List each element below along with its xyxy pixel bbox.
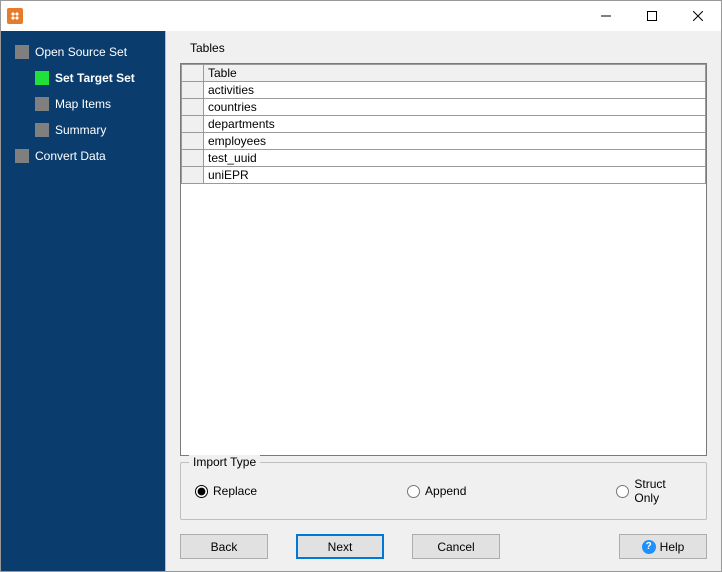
table-cell[interactable]: activities xyxy=(204,82,706,99)
table-cell[interactable]: employees xyxy=(204,133,706,150)
main-panel: Tables Table activitiescountriesdepartme… xyxy=(165,31,721,571)
app-icon xyxy=(7,8,23,24)
maximize-button[interactable] xyxy=(629,1,675,31)
cancel-button[interactable]: Cancel xyxy=(412,534,500,559)
close-button[interactable] xyxy=(675,1,721,31)
table-cell[interactable]: departments xyxy=(204,116,706,133)
step-label: Map Items xyxy=(55,97,111,111)
wizard-steps: Open Source Set Set Target Set Map Items Su… xyxy=(1,39,165,169)
help-button[interactable]: ? Help xyxy=(619,534,707,559)
next-button[interactable]: Next xyxy=(296,534,384,559)
tables-label: Tables xyxy=(190,41,707,55)
row-header[interactable] xyxy=(182,150,204,167)
import-option-append[interactable]: Append xyxy=(407,477,466,505)
table-row[interactable]: departments xyxy=(182,116,706,133)
wizard-window: Open Source Set Set Target Set Map Items Su… xyxy=(0,0,722,572)
wizard-step-1[interactable]: Set Target Set xyxy=(1,65,165,91)
maximize-icon xyxy=(647,11,657,21)
import-option-label: Append xyxy=(425,484,466,498)
table-cell[interactable]: uniEPR xyxy=(204,167,706,184)
wizard-step-0[interactable]: Open Source Set xyxy=(1,39,165,65)
row-header[interactable] xyxy=(182,116,204,133)
table-cell[interactable]: test_uuid xyxy=(204,150,706,167)
step-label: Convert Data xyxy=(35,149,106,163)
row-header[interactable] xyxy=(182,133,204,150)
import-type-options: Replace Append Struct Only xyxy=(195,477,692,505)
back-button[interactable]: Back xyxy=(180,534,268,559)
titlebar xyxy=(1,1,721,31)
import-radio-append[interactable] xyxy=(407,485,420,498)
step-label: Summary xyxy=(55,123,106,137)
import-type-legend: Import Type xyxy=(189,455,260,469)
wizard-step-4[interactable]: Convert Data xyxy=(1,143,165,169)
wizard-step-3[interactable]: Summary xyxy=(1,117,165,143)
tables-section: Tables Table activitiescountriesdepartme… xyxy=(166,31,721,462)
close-icon xyxy=(693,11,703,21)
tables-grid: Table activitiescountriesdepartmentsempl… xyxy=(181,64,706,184)
wizard-sidebar: Open Source Set Set Target Set Map Items Su… xyxy=(1,31,165,571)
table-row[interactable]: countries xyxy=(182,99,706,116)
row-header[interactable] xyxy=(182,167,204,184)
table-row[interactable]: employees xyxy=(182,133,706,150)
step-marker-icon xyxy=(15,45,29,59)
step-marker-icon xyxy=(35,97,49,111)
minimize-icon xyxy=(601,11,611,21)
import-option-label: Struct Only xyxy=(634,477,692,505)
table-row[interactable]: test_uuid xyxy=(182,150,706,167)
minimize-button[interactable] xyxy=(583,1,629,31)
step-marker-icon xyxy=(15,149,29,163)
table-row[interactable]: activities xyxy=(182,82,706,99)
import-radio-struct[interactable] xyxy=(616,485,629,498)
import-option-struct[interactable]: Struct Only xyxy=(616,477,692,505)
wizard-step-2[interactable]: Map Items xyxy=(1,91,165,117)
table-row[interactable]: uniEPR xyxy=(182,167,706,184)
import-option-label: Replace xyxy=(213,484,257,498)
step-marker-icon xyxy=(35,123,49,137)
import-option-replace[interactable]: Replace xyxy=(195,477,257,505)
tables-grid-container[interactable]: Table activitiescountriesdepartmentsempl… xyxy=(180,63,707,456)
import-type-group: Import Type ReplaceAppendStruct Only xyxy=(180,462,707,520)
help-icon: ? xyxy=(642,540,656,554)
step-label: Open Source Set xyxy=(35,45,127,59)
tables-grid-body: activitiescountriesdepartmentsemployeest… xyxy=(182,82,706,184)
grid-corner[interactable] xyxy=(182,65,204,82)
row-header[interactable] xyxy=(182,82,204,99)
step-label: Set Target Set xyxy=(55,71,135,85)
import-radio-replace[interactable] xyxy=(195,485,208,498)
row-header[interactable] xyxy=(182,99,204,116)
step-marker-icon xyxy=(35,71,49,85)
window-controls xyxy=(583,1,721,31)
table-cell[interactable]: countries xyxy=(204,99,706,116)
grid-column-header[interactable]: Table xyxy=(204,65,706,82)
wizard-buttons: Back Next Cancel ? Help xyxy=(166,526,721,571)
